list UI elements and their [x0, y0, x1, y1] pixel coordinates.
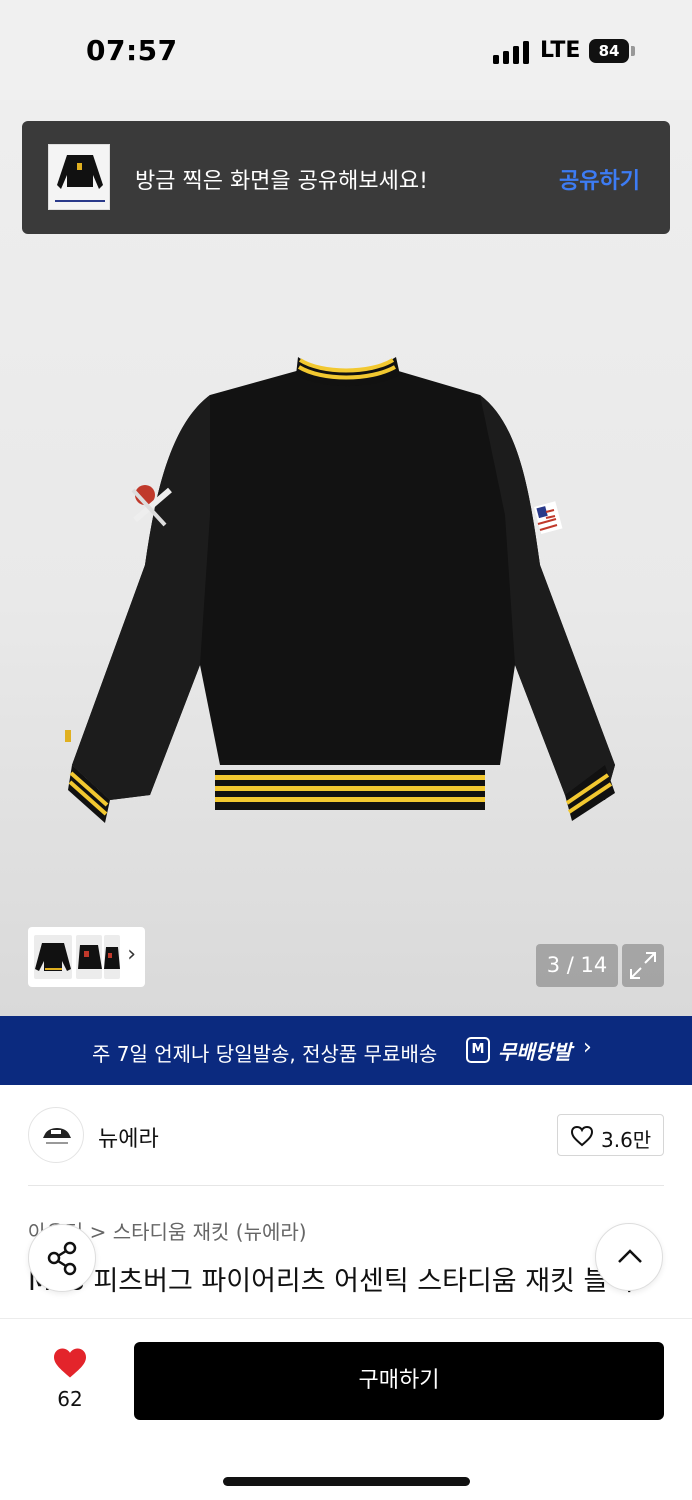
chevron-right-icon[interactable]: ›: [127, 942, 136, 967]
product-image: [65, 357, 615, 823]
status-bar: 07:57 LTE 84: [0, 0, 692, 100]
expand-icon[interactable]: [622, 944, 664, 987]
share-icon: [47, 1241, 77, 1276]
shipping-brand: 무배당발: [498, 1040, 572, 1064]
product-gallery[interactable]: [0, 100, 692, 1016]
product-title: MLB 피츠버그 파이어리츠 어센틱 스타디움 재킷 블랙: [28, 1266, 634, 1297]
shipping-banner[interactable]: 주 7일 언제나 당일발송, 전상품 무료배송 M 무배당발 ›: [0, 1016, 692, 1085]
divider: [28, 1185, 664, 1186]
brand-name[interactable]: 뉴에라: [98, 1121, 159, 1153]
heart-outline-icon: [570, 1125, 594, 1147]
chevron-right-icon: ›: [583, 1035, 592, 1060]
image-counter: 3 / 14: [536, 944, 618, 987]
signal-icon: [493, 40, 529, 64]
brand-like-count: 3.6만: [601, 1128, 652, 1152]
shipping-text: 주 7일 언제나 당일발송, 전상품 무료배송: [92, 1042, 438, 1066]
delivery-truck-icon: M: [466, 1037, 490, 1063]
chevron-up-icon: [618, 1249, 642, 1263]
buy-button[interactable]: 구매하기: [134, 1342, 664, 1420]
thumbnail-3[interactable]: [104, 935, 120, 979]
scroll-to-top-button[interactable]: [595, 1223, 663, 1291]
thumbnail-2[interactable]: [76, 935, 102, 979]
purchase-bar: 62 구매하기: [0, 1318, 692, 1500]
share-button[interactable]: [28, 1224, 96, 1292]
network-type: LTE: [540, 38, 581, 63]
breadcrumb-subcategory[interactable]: 스타디움 재킷 (뉴에라): [113, 1220, 307, 1244]
thumbnail-1[interactable]: [34, 935, 72, 979]
status-time: 07:57: [86, 34, 178, 67]
screenshot-thumbnail[interactable]: [48, 144, 110, 210]
battery-level: 84: [598, 42, 620, 60]
share-now-button[interactable]: 공유하기: [559, 163, 640, 195]
wishlist-count: 62: [57, 1387, 83, 1411]
share-toast: 방금 찍은 화면을 공유해보세요! 공유하기: [22, 121, 670, 234]
thumbnail-strip[interactable]: ›: [28, 927, 145, 987]
heart-filled-icon: [54, 1348, 86, 1378]
home-indicator: [223, 1477, 470, 1486]
battery-icon: 84: [589, 39, 629, 63]
toast-message: 방금 찍은 화면을 공유해보세요!: [135, 169, 428, 194]
brand-like-button[interactable]: 3.6만: [557, 1114, 664, 1156]
brand-logo[interactable]: [28, 1107, 84, 1163]
wishlist-button[interactable]: 62: [44, 1347, 96, 1411]
